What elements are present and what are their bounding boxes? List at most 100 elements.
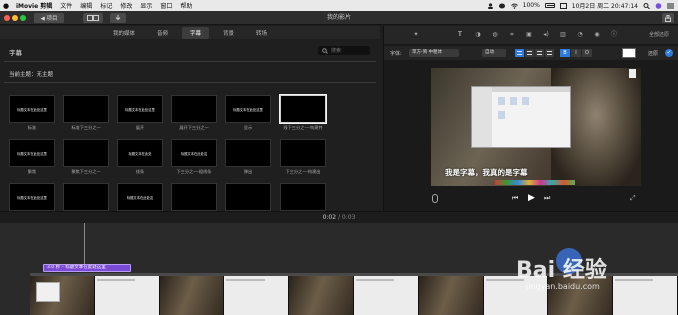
title-tile[interactable] (225, 183, 271, 213)
title-tile[interactable]: 下三分之一-构建出 (280, 139, 326, 175)
skip-back-icon[interactable]: ⏮ (512, 194, 518, 203)
title-tile[interactable]: 聚焦下三分之一 (63, 139, 109, 175)
menu-help[interactable]: 帮助 (176, 1, 196, 10)
title-thumbnail[interactable]: 标题文本在此处这里 (9, 95, 55, 123)
equalizer-icon[interactable]: ▥ (559, 31, 567, 39)
menu-modify[interactable]: 修改 (116, 1, 136, 10)
title-thumbnail[interactable]: 标题文本在此处这里 (9, 183, 55, 211)
projects-button[interactable]: ◀ 项目 (34, 13, 64, 23)
import-button[interactable] (110, 13, 126, 23)
tab-my-media[interactable]: 我的媒体 (105, 27, 143, 39)
wifi-icon[interactable] (510, 3, 518, 9)
title-thumbnail[interactable]: 标题文本在此处这里 (225, 95, 271, 123)
title-thumbnail[interactable] (225, 183, 271, 211)
reset-all-button[interactable]: 全部还原 (649, 31, 669, 38)
menu-mark[interactable]: 标记 (96, 1, 116, 10)
title-tile[interactable] (280, 183, 326, 213)
reset-check-icon[interactable]: ✓ (665, 49, 673, 57)
title-clip[interactable]: 3.0 秒 – 标题文本在此处这里 (43, 264, 131, 272)
tab-audio[interactable]: 音频 (149, 27, 176, 39)
siri-icon[interactable] (655, 2, 662, 9)
title-tile[interactable]: 线下三分之一-构建并 (279, 94, 327, 131)
title-thumbnail[interactable] (63, 183, 109, 211)
apple-menu-icon[interactable]: ● (0, 2, 12, 10)
title-tile[interactable]: 标题文本在此处这 (117, 183, 163, 213)
video-clip[interactable] (289, 276, 354, 315)
video-clip[interactable] (224, 276, 290, 315)
input-method-icon[interactable] (559, 2, 567, 9)
fullscreen-icon[interactable]: ⤢ (630, 194, 636, 203)
font-size-select[interactable]: 自动 (482, 49, 506, 57)
title-tile[interactable]: 标题文本在此处这 下三分之一-粗线条 (171, 139, 217, 175)
play-icon[interactable]: ▶ (528, 193, 535, 203)
align-center-button[interactable] (525, 49, 534, 57)
title-thumbnail[interactable] (279, 94, 327, 124)
title-tile[interactable]: 标题文本在此处这里 显示 (225, 95, 271, 131)
title-thumbnail[interactable] (171, 95, 217, 123)
title-tile[interactable]: 标题文本在此处这里 标准 (9, 95, 55, 131)
title-thumbnail[interactable]: 标题文本在此处这里 (117, 95, 163, 123)
tab-titles[interactable]: 字幕 (181, 26, 209, 39)
title-thumbnail[interactable]: 标题文本在此处这 (117, 183, 163, 211)
align-justify-button[interactable] (545, 49, 554, 57)
video-clip[interactable] (418, 276, 484, 315)
skip-forward-icon[interactable]: ⏭ (544, 194, 550, 203)
title-thumbnail[interactable] (63, 95, 109, 123)
minimize-window-button[interactable] (12, 15, 18, 21)
title-thumbnail[interactable]: 标题文本在此处 (117, 139, 163, 167)
title-tile[interactable]: 标题文本在此处这里 聚焦 (9, 139, 55, 175)
title-tile[interactable] (63, 183, 109, 213)
clock[interactable]: 10月2日 周二 20:47:14 (572, 1, 638, 10)
text-color-well[interactable] (622, 48, 636, 58)
menu-window[interactable]: 窗口 (156, 1, 176, 10)
align-left-button[interactable] (515, 49, 524, 57)
media-view-toggle-button[interactable] (83, 13, 103, 23)
menu-file[interactable]: 文件 (56, 1, 76, 10)
title-thumbnail[interactable] (225, 139, 271, 167)
title-thumbnail[interactable]: 标题文本在此处这 (171, 139, 217, 167)
color-correction-icon[interactable]: ◍ (491, 31, 499, 39)
title-tile[interactable]: 标题文本在此处这里 (9, 183, 55, 213)
video-clip[interactable] (613, 276, 678, 315)
menu-app-name[interactable]: iMovie 剪辑 (12, 1, 56, 10)
title-thumbnail[interactable] (63, 139, 109, 167)
video-clip[interactable] (30, 276, 95, 315)
align-right-button[interactable] (535, 49, 544, 57)
title-thumbnail[interactable]: 标题文本在此处这里 (9, 139, 55, 167)
video-clip[interactable] (94, 276, 160, 315)
video-clip[interactable] (483, 276, 549, 315)
search-icon[interactable] (643, 2, 650, 9)
title-tile[interactable]: 标题文本在此处这里 展开 (117, 95, 163, 131)
search-input[interactable]: 搜索 (318, 46, 370, 55)
timeline[interactable]: 3.0 秒 – 标题文本在此处这里 (0, 223, 678, 315)
subtitle-overlay[interactable]: 我是字幕，我真的是字幕 (445, 167, 528, 178)
title-tile[interactable]: 标准下三分之一 (63, 95, 109, 131)
crop-icon[interactable]: ⌗ (508, 31, 516, 39)
title-thumbnail[interactable] (171, 183, 217, 211)
video-viewer[interactable]: 我是字幕，我真的是字幕 (431, 68, 641, 186)
bold-button[interactable]: B (560, 49, 570, 57)
microphone-icon[interactable] (432, 194, 438, 203)
notification-center-icon[interactable] (667, 3, 674, 9)
menu-view[interactable]: 显示 (136, 1, 156, 10)
font-family-select[interactable]: 苹方-简 中粗体 (409, 49, 459, 57)
title-thumbnail[interactable] (280, 139, 326, 167)
color-balance-icon[interactable]: ◑ (474, 31, 482, 39)
fullscreen-window-button[interactable] (20, 15, 26, 21)
title-thumbnail[interactable] (280, 183, 326, 211)
italic-button[interactable]: I (571, 49, 581, 57)
user-icon[interactable] (487, 2, 494, 9)
title-tile[interactable] (171, 183, 217, 213)
title-tile[interactable]: 展开下三分之一 (171, 95, 217, 131)
wechat-icon[interactable] (498, 3, 506, 9)
outline-style-button[interactable]: O (582, 49, 592, 57)
speed-icon[interactable]: ◔ (576, 31, 584, 39)
info-icon[interactable]: ⓘ (610, 31, 618, 39)
stabilization-camera-icon[interactable]: ▣ (525, 31, 533, 39)
title-tile[interactable]: 弹出 (225, 139, 271, 175)
share-button[interactable] (662, 13, 674, 23)
volume-icon[interactable]: ◂) (542, 31, 550, 39)
title-tile[interactable]: 标题文本在此处 线条 (117, 139, 163, 175)
tab-transitions[interactable]: 转场 (248, 27, 275, 39)
battery-icon[interactable] (544, 3, 555, 8)
